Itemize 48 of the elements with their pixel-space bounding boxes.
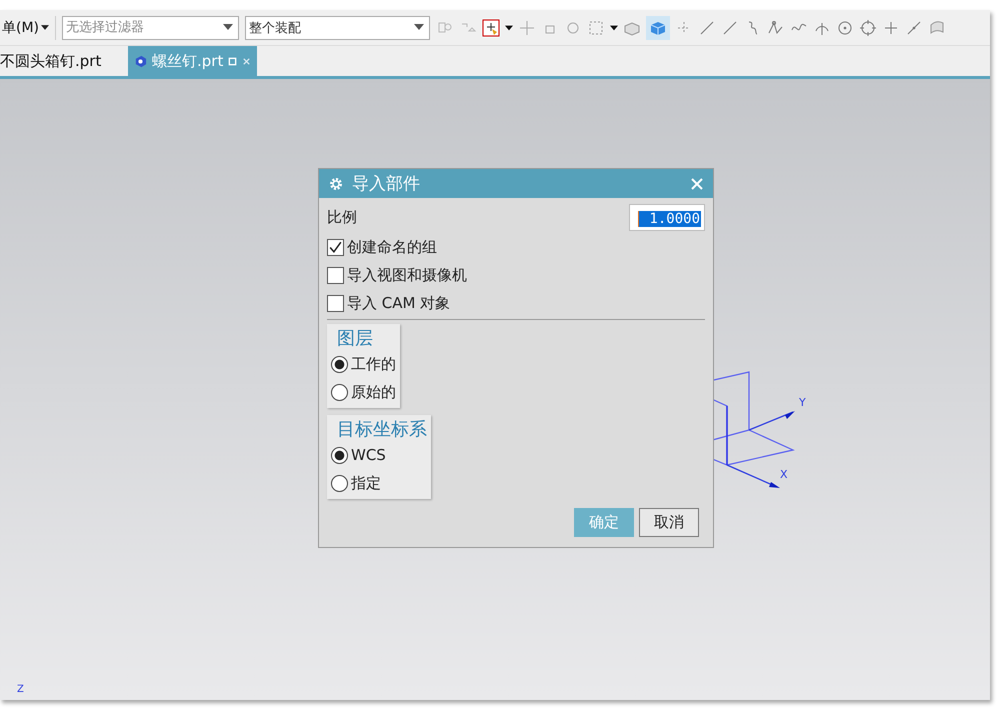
tab-label: 螺丝钉.prt bbox=[152, 52, 224, 70]
axis-label: Z bbox=[17, 684, 24, 695]
radio-label: 原始的 bbox=[351, 382, 396, 402]
graphics-window[interactable]: Y X Z 导入部件 比例 1.0000 创建命名的组 导入视图和摄像机 导入 CAM 对象 图层 工作的 原始的 目标坐标系 WCS 指定 确定 取消 bbox=[0, 79, 990, 700]
menu-button[interactable]: 单(M) bbox=[0, 18, 42, 36]
scale-field[interactable]: 1.0000 bbox=[629, 204, 705, 231]
restore-icon[interactable] bbox=[228, 56, 238, 66]
spline-icon[interactable] bbox=[767, 18, 786, 36]
radio-label: 工作的 bbox=[351, 354, 396, 374]
radio-button[interactable] bbox=[331, 356, 348, 372]
midpoint-icon[interactable] bbox=[905, 18, 924, 36]
line-icon[interactable] bbox=[721, 18, 740, 36]
checkbox[interactable] bbox=[327, 266, 344, 284]
close-icon[interactable] bbox=[242, 56, 252, 66]
radio-button[interactable] bbox=[331, 384, 348, 400]
caret-icon bbox=[223, 24, 234, 30]
axis-label: Y bbox=[799, 396, 806, 409]
caret-icon[interactable] bbox=[610, 24, 618, 30]
radio-button[interactable] bbox=[331, 446, 348, 464]
scope-dropdown[interactable]: 整个装配 bbox=[245, 16, 430, 40]
snap-point-icon[interactable] bbox=[482, 18, 500, 36]
quadrant-icon[interactable] bbox=[859, 18, 878, 36]
settings-icon bbox=[329, 176, 343, 190]
line-icon[interactable] bbox=[698, 18, 716, 36]
checkbox[interactable] bbox=[327, 294, 344, 312]
checkbox[interactable] bbox=[327, 238, 344, 256]
radio-label: WCS bbox=[351, 446, 386, 464]
file-tab[interactable]: 不圆头箱钉.prt bbox=[0, 46, 128, 76]
checkbox-label: 创建命名的组 bbox=[347, 238, 437, 256]
dialog-button[interactable]: 取消 bbox=[639, 508, 699, 537]
box-select-icon[interactable] bbox=[587, 18, 606, 36]
center-point-icon[interactable] bbox=[836, 18, 854, 36]
checkbox-label: 导入 CAM 对象 bbox=[347, 294, 450, 312]
radio-button[interactable] bbox=[331, 474, 348, 492]
group-title: 目标坐标系 bbox=[336, 418, 427, 441]
part-icon bbox=[134, 54, 147, 68]
checkbox-label: 导入视图和摄像机 bbox=[347, 266, 467, 284]
tab-label: 不圆头箱钉.prt bbox=[0, 52, 102, 70]
axis-label: X bbox=[780, 468, 788, 481]
group-title: 图层 bbox=[336, 327, 374, 350]
selection-filter-dropdown[interactable]: 无选择过滤器 bbox=[62, 16, 240, 40]
caret-icon bbox=[414, 24, 424, 30]
surface-icon[interactable] bbox=[928, 18, 946, 36]
caret-icon[interactable] bbox=[41, 25, 50, 30]
caret-icon[interactable] bbox=[505, 24, 514, 30]
dialog-title: 导入部件 bbox=[352, 173, 421, 195]
radio-label: 指定 bbox=[351, 474, 381, 492]
scale-label: 比例 bbox=[327, 208, 357, 227]
